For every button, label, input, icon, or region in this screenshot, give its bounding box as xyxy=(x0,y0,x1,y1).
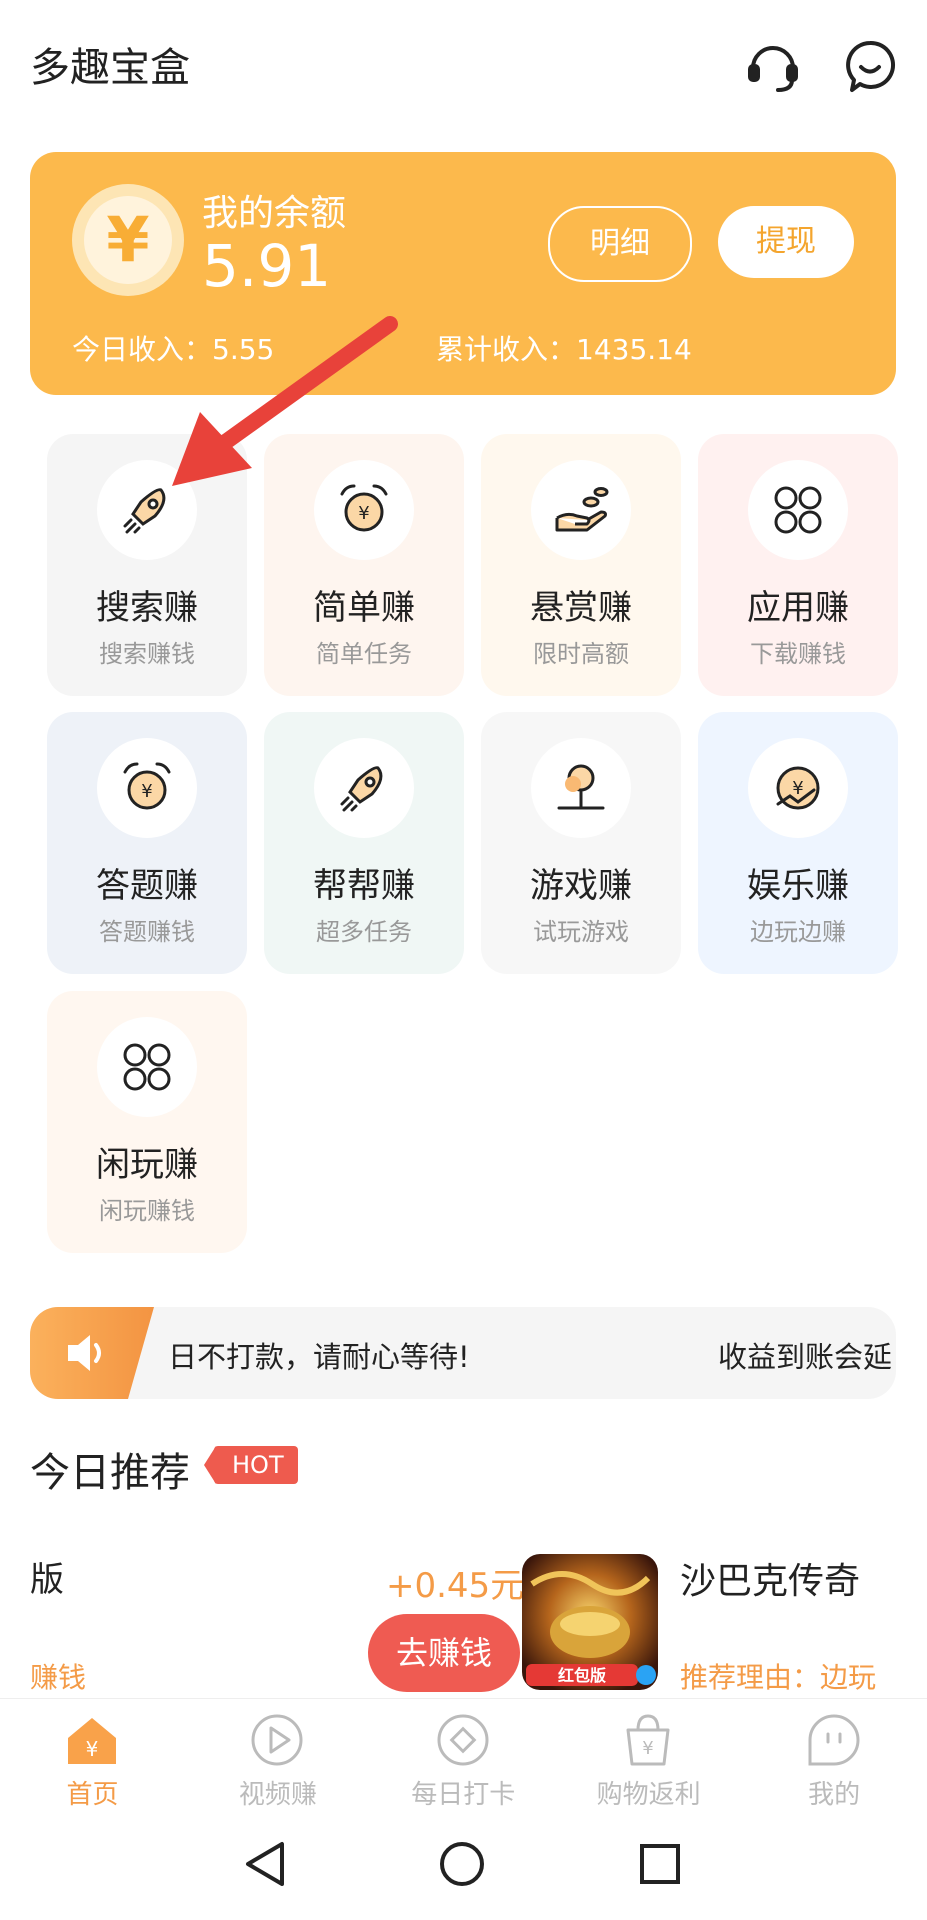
svg-text:¥: ¥ xyxy=(358,503,369,524)
task-tile[interactable]: ¥ 答题赚答题赚钱 xyxy=(47,712,247,974)
hot-badge: HOT xyxy=(214,1446,298,1484)
task-tile[interactable]: 游戏赚 试玩游戏 xyxy=(481,712,681,974)
svg-text:¥: ¥ xyxy=(792,778,803,799)
nav-label: 视频赚 xyxy=(238,1780,317,1810)
task-tile[interactable]: 应用赚 下载赚钱 xyxy=(698,434,898,696)
task-name: 闲玩赚 xyxy=(96,1145,198,1185)
withdraw-button[interactable]: 提现 xyxy=(718,206,854,278)
back-icon[interactable] xyxy=(242,1840,288,1888)
game-badge: 红包版 xyxy=(558,1666,606,1685)
total-income: 累计收入：1435.14 xyxy=(436,333,692,366)
task-tile[interactable]: 闲玩赚 闲玩赚钱 xyxy=(47,991,247,1253)
task-sub: 超多任务 xyxy=(316,918,412,946)
task-sub: 下载赚钱 xyxy=(750,640,846,668)
shopping-bag-icon: ¥ xyxy=(618,1710,678,1770)
rocket-icon xyxy=(314,738,414,838)
go-earn-button[interactable]: 去赚钱 xyxy=(368,1614,520,1692)
clover-icon xyxy=(748,460,848,560)
balance-label: 我的余额 xyxy=(202,193,347,234)
nav-item[interactable]: 每日打卡 xyxy=(371,1698,556,1820)
task-tile[interactable]: 悬赏赚 限时高额 xyxy=(481,434,681,696)
task-sub: 答题赚钱 xyxy=(99,918,195,946)
task-sub: 闲玩赚钱 xyxy=(99,1197,195,1225)
hand-coins-icon xyxy=(531,460,631,560)
recents-icon[interactable] xyxy=(638,1842,682,1886)
task-name: 娱乐赚 xyxy=(747,866,849,906)
task-name: 搜索赚 xyxy=(96,588,198,628)
task-sub: 边玩边赚 xyxy=(750,918,846,946)
detail-button[interactable]: 明细 xyxy=(548,206,692,282)
coin-trend-icon: ¥ xyxy=(748,738,848,838)
task-name: 悬赏赚 xyxy=(530,588,632,628)
svg-text:¥: ¥ xyxy=(86,1737,99,1761)
checkin-icon xyxy=(433,1710,493,1770)
task-sub: 限时高额 xyxy=(533,640,629,668)
svg-text:¥: ¥ xyxy=(642,1738,653,1759)
home-icon: ¥ xyxy=(62,1710,122,1770)
task-name: 简单赚 xyxy=(313,588,415,628)
nav-label: 购物返利 xyxy=(596,1780,701,1810)
task-name: 答题赚 xyxy=(96,866,198,906)
nav-item[interactable]: ¥ 购物返利 xyxy=(556,1698,741,1820)
nav-item[interactable]: 视频赚 xyxy=(185,1698,370,1820)
rec-price: +0.45元 xyxy=(386,1566,525,1606)
task-name: 帮帮赚 xyxy=(313,866,415,906)
headset-icon[interactable] xyxy=(745,38,801,94)
task-tile[interactable]: 帮帮赚 超多任务 xyxy=(264,712,464,974)
task-sub: 搜索赚钱 xyxy=(99,640,195,668)
task-sub: 试玩游戏 xyxy=(533,918,629,946)
notice-text-tail: 收益到账会延 xyxy=(718,1340,893,1374)
task-name: 游戏赚 xyxy=(530,866,632,906)
task-sub: 简单任务 xyxy=(316,640,412,668)
clover-icon xyxy=(97,1017,197,1117)
home-circle-icon[interactable] xyxy=(438,1840,486,1888)
profile-icon xyxy=(804,1710,864,1770)
rec-left-title: 版 xyxy=(30,1560,64,1600)
rec-left-sub: 赚钱 xyxy=(30,1661,87,1694)
alarm-coin-icon: ¥ xyxy=(97,738,197,838)
joystick-icon xyxy=(531,738,631,838)
system-nav-bar xyxy=(0,1820,927,1920)
game-thumbnail[interactable]: 红包版 xyxy=(522,1554,658,1690)
nav-label: 每日打卡 xyxy=(411,1780,516,1810)
nav-label: 我的 xyxy=(808,1780,861,1810)
recommend-reason: 推荐理由：边玩 xyxy=(680,1661,877,1694)
game-name: 沙巴克传奇 xyxy=(680,1561,861,1602)
yen-symbol: ¥ xyxy=(106,203,150,276)
nav-label: 首页 xyxy=(66,1780,119,1810)
nav-item[interactable]: ¥ 首页 xyxy=(0,1698,185,1820)
annotation-arrow-icon xyxy=(172,316,398,486)
svg-text:¥: ¥ xyxy=(141,781,152,802)
task-name: 应用赚 xyxy=(747,588,849,628)
section-title: 今日推荐 xyxy=(30,1450,190,1496)
nav-item[interactable]: 我的 xyxy=(742,1698,927,1820)
message-icon[interactable] xyxy=(842,38,898,94)
app-title: 多趣宝盒 xyxy=(30,45,190,91)
notice-text: 日不打款，请耐心等待! xyxy=(168,1340,470,1374)
task-tile[interactable]: ¥ 娱乐赚边玩边赚 xyxy=(698,712,898,974)
balance-value: 5.91 xyxy=(202,232,332,300)
play-icon xyxy=(247,1710,307,1770)
